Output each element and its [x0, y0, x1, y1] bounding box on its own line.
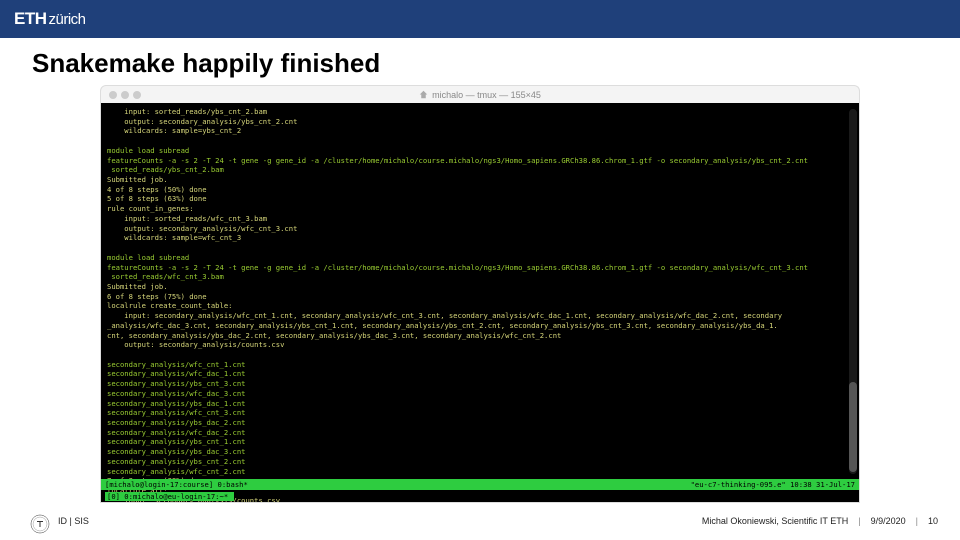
footer-right: Michal Okoniewski, Scientific IT ETH | 9…	[702, 516, 938, 526]
terminal-line: secondary_analysis/wfc_dac_1.cnt	[107, 369, 853, 379]
footer-author: Michal Okoniewski, Scientific IT ETH	[702, 516, 848, 526]
terminal-line	[107, 136, 853, 146]
home-icon	[419, 90, 428, 99]
terminal-line: secondary_analysis/ybs_cnt_3.cnt	[107, 379, 853, 389]
terminal-line: 4 of 8 steps (50%) done	[107, 185, 853, 195]
tmux-statusbar-2: [0] 0:michalo@eu-login-17:~*	[101, 491, 859, 502]
terminal-line: input: secondary_analysis/wfc_cnt_1.cnt,…	[107, 311, 853, 321]
eth-logo-sub: zürich	[49, 11, 86, 28]
tmux-status-left: [michalo@login-17:course] 0:bash*	[105, 480, 248, 490]
terminal-line: secondary_analysis/wfc_cnt_1.cnt	[107, 360, 853, 370]
terminal-line: localrule create_count_table:	[107, 301, 853, 311]
terminal-line: output: secondary_analysis/wfc_cnt_3.cnt	[107, 224, 853, 234]
terminal-line: featureCounts -a -s 2 -T 24 -t gene -g g…	[107, 263, 853, 273]
terminal-line: secondary_analysis/ybs_dac_3.cnt	[107, 447, 853, 457]
terminal-line: 6 of 8 steps (75%) done	[107, 292, 853, 302]
terminal-line	[107, 350, 853, 360]
terminal-line: secondary_analysis/wfc_dac_2.cnt	[107, 428, 853, 438]
eth-topbar: ETHzürich	[0, 0, 960, 38]
tmux-status-right: "eu-c7-thinking-095.e" 10:38 31-Jul-17	[691, 480, 855, 490]
terminal-window-title: michalo — tmux — 155×45	[101, 90, 859, 100]
page-title: Snakemake happily finished	[0, 38, 960, 85]
terminal-line: Submitted job.	[107, 175, 853, 185]
eth-logo-main: ETH	[14, 9, 47, 28]
slide-footer: ID | SIS Michal Okoniewski, Scientific I…	[0, 510, 960, 532]
terminal-line: secondary_analysis/ybs_dac_1.cnt	[107, 399, 853, 409]
footer-page: 10	[928, 516, 938, 526]
footer-sep-1: |	[858, 516, 860, 526]
footer-sep-2: |	[916, 516, 918, 526]
terminal-line: cnt, secondary_analysis/ybs_dac_2.cnt, s…	[107, 331, 853, 341]
footer-org: ID | SIS	[58, 516, 89, 526]
terminal-line: rule count_in_genes:	[107, 204, 853, 214]
scrollbar-thumb[interactable]	[849, 382, 857, 472]
tmux-status2-text: [0] 0:michalo@eu-login-17:~*	[105, 492, 234, 502]
terminal-titlebar: michalo — tmux — 155×45	[100, 85, 860, 103]
terminal-line: wildcards: sample=ybs_cnt_2	[107, 126, 853, 136]
terminal-line	[107, 243, 853, 253]
terminal-line: 5 of 8 steps (63%) done	[107, 194, 853, 204]
terminal-line: Submitted job.	[107, 282, 853, 292]
terminal-line: secondary_analysis/ybs_cnt_2.cnt	[107, 457, 853, 467]
terminal-line: module load subread	[107, 253, 853, 263]
terminal-line: secondary_analysis/ybs_dac_2.cnt	[107, 418, 853, 428]
terminal-line: _analysis/wfc_dac_3.cnt, secondary_analy…	[107, 321, 853, 331]
eth-logo: ETHzürich	[14, 9, 86, 29]
terminal-line: output: secondary_analysis/ybs_cnt_2.cnt	[107, 117, 853, 127]
terminal-line: wildcards: sample=wfc_cnt_3	[107, 233, 853, 243]
terminal-line: output: secondary_analysis/counts.csv	[107, 340, 853, 350]
footer-left: ID | SIS	[58, 516, 89, 526]
footer-date: 9/9/2020	[871, 516, 906, 526]
tmux-statusbar: [michalo@login-17:course] 0:bash* "eu-c7…	[101, 479, 859, 490]
terminal-window: michalo — tmux — 155×45 input: sorted_re…	[100, 85, 860, 503]
terminal-window-title-text: michalo — tmux — 155×45	[432, 90, 541, 100]
terminal-body[interactable]: input: sorted_reads/ybs_cnt_2.bam output…	[100, 103, 860, 503]
terminal-line: sorted_reads/ybs_cnt_2.bam	[107, 165, 853, 175]
terminal-line: secondary_analysis/wfc_cnt_2.cnt	[107, 467, 853, 477]
terminal-line: secondary_analysis/wfc_dac_3.cnt	[107, 389, 853, 399]
terminal-line: input: sorted_reads/ybs_cnt_2.bam	[107, 107, 853, 117]
terminal-line: module load subread	[107, 146, 853, 156]
terminal-line: sorted_reads/wfc_cnt_3.bam	[107, 272, 853, 282]
terminal-line: featureCounts -a -s 2 -T 24 -t gene -g g…	[107, 156, 853, 166]
terminal-line: input: sorted_reads/wfc_cnt_3.bam	[107, 214, 853, 224]
terminal-line: secondary_analysis/ybs_cnt_1.cnt	[107, 437, 853, 447]
terminal-line: secondary_analysis/wfc_cnt_3.cnt	[107, 408, 853, 418]
